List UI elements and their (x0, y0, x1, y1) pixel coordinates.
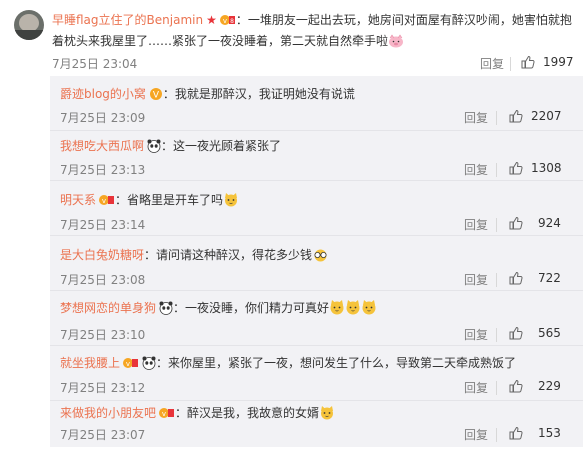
avatar[interactable] (14, 10, 44, 40)
reply-text: ：我就是那醉汉，我证明她没有说谎 (162, 87, 355, 101)
comment-thread: 早睡flag立住了的Benjamin ★ v 8 ：一堆朋友一起出去玩，她房间对面屋有醉… (0, 0, 583, 447)
reply-button[interactable]: 回复 (464, 271, 488, 288)
divider (496, 381, 497, 395)
reply-timestamp: 7月25日 23:07 (60, 428, 146, 442)
reply-text: ：省略里是开车了吗 (115, 193, 224, 207)
reply-text: 一夜没睡，你们精力可真好 (185, 301, 330, 315)
reply-timestamp: 7月25日 23:10 (60, 328, 146, 342)
reply-row: 梦想网恋的单身狗 ：一夜没睡，你们精力可真好 7月25日 23:10 回复 565 (50, 291, 583, 346)
reply-username[interactable]: 来做我的小朋友吧 (60, 406, 156, 420)
reply-button[interactable]: 回复 (464, 109, 488, 126)
like-icon[interactable] (509, 271, 523, 285)
like-icon[interactable] (509, 109, 523, 123)
like-count: 565 (538, 326, 561, 340)
like-icon[interactable] (521, 55, 535, 69)
main-comment-timestamp: 7月25日 23:04 (52, 57, 138, 71)
main-comment-text-part1: ：一堆朋友一起出去玩，她房间对面屋有醉汉吵闹，她害怕就抱 (235, 13, 572, 27)
like-icon[interactable] (509, 161, 523, 175)
panda-icon (147, 139, 161, 159)
like-count: 924 (538, 216, 561, 230)
gold-v-icon: V (149, 87, 163, 107)
reply-username[interactable]: 就坐我腰上 (60, 356, 120, 370)
reply-username[interactable]: 爵迹blog的小窝 (60, 87, 146, 101)
like-count: 1997 (543, 55, 574, 69)
reply-row: 爵迹blog的小窝 V ：我就是那醉汉，我证明她没有说谎 7月25日 23:09 回… (50, 76, 583, 131)
main-comment: 早睡flag立住了的Benjamin ★ v 8 ：一堆朋友一起出去玩，她房间对面屋有醉… (0, 0, 583, 75)
like-icon[interactable] (509, 216, 523, 230)
panda-icon (142, 356, 156, 376)
glasses-emoji-icon (312, 248, 329, 268)
reply-button[interactable]: 回复 (464, 326, 488, 343)
vip-icon: v (123, 356, 139, 376)
divider (496, 273, 497, 287)
like-count: 229 (538, 379, 561, 393)
reply-button[interactable]: 回复 (464, 379, 488, 396)
reply-button[interactable]: 回复 (464, 216, 488, 233)
divider (496, 428, 497, 442)
reply-text: ：这一夜光顾着紧张了 (161, 139, 282, 153)
reply-button[interactable]: 回复 (464, 161, 488, 178)
reply-button[interactable]: 回复 (464, 426, 488, 443)
like-count: 722 (538, 271, 561, 285)
divider (496, 218, 497, 232)
replies-panel: 爵迹blog的小窝 V ：我就是那醉汉，我证明她没有说谎 7月25日 23:09 回… (50, 76, 583, 447)
like-count: 153 (538, 426, 561, 440)
pig-emoji-icon (388, 34, 404, 54)
reply-username[interactable]: 明天系 (60, 193, 96, 207)
svg-text:8: 8 (230, 18, 234, 25)
vip-icon: v8 (219, 13, 236, 33)
like-icon[interactable] (509, 379, 523, 393)
reply-username[interactable]: 梦想网恋的单身狗 (60, 301, 156, 315)
main-comment-line2: 着枕头来我屋里了……紧张了一夜没睡着，第二天就自然牵手啦 (52, 32, 404, 54)
reply-row: 就坐我腰上 v ：来你屋里，紧张了一夜，想问发生了什么，导致第二天牵成熟饭了 7月2… (50, 346, 583, 401)
vip-icon: v (99, 193, 115, 213)
divider (496, 163, 497, 177)
reply-username[interactable]: 我想吃大西瓜啊 (60, 139, 144, 153)
cat-emoji-icon (319, 405, 335, 426)
reply-timestamp: 7月25日 23:14 (60, 218, 146, 232)
like-icon[interactable] (509, 326, 523, 340)
main-comment-username[interactable]: 早睡flag立住了的Benjamin (52, 13, 203, 27)
reply-row: 是大白兔奶糖呀：请问请这种醉汉，得花多少钱 7月25日 23:08 回复 722 (50, 236, 583, 291)
reply-text: ：来你屋里，紧张了一夜，想问发生了什么，导致第二天牵成熟饭了 (156, 356, 517, 370)
svg-text:v: v (162, 410, 166, 418)
like-count: 2207 (531, 109, 562, 123)
cat-emoji-icon (223, 192, 239, 213)
divider (496, 328, 497, 342)
reply-button[interactable]: 回复 (480, 55, 504, 72)
reply-text: ：请问请这种醉汉，得花多少钱 (144, 248, 313, 262)
main-comment-line1: 早睡flag立住了的Benjamin ★ v 8 ：一堆朋友一起出去玩，她房间对面屋有醉… (52, 11, 572, 33)
divider (510, 57, 511, 71)
main-comment-text-part2: 着枕头来我屋里了……紧张了一夜没睡着，第二天就自然牵手啦 (52, 34, 389, 48)
svg-text:v: v (126, 360, 130, 368)
reply-timestamp: 7月25日 23:09 (60, 111, 146, 125)
reply-timestamp: 7月25日 23:08 (60, 273, 146, 287)
like-count: 1308 (531, 161, 562, 175)
reply-timestamp: 7月25日 23:13 (60, 163, 146, 177)
svg-text:V: V (153, 91, 160, 101)
panda-icon (159, 301, 173, 321)
reply-timestamp: 7月25日 23:12 (60, 381, 146, 395)
reply-row: 明天系 v ：省略里是开车了吗 7月25日 23:14 回复 924 (50, 181, 583, 236)
reply-text: ：醉汉是我，我故意的女婿 (175, 406, 320, 420)
vip-icon: v (159, 406, 175, 426)
cat-emoji-icon (329, 299, 377, 321)
reply-row: 我想吃大西瓜啊 ：这一夜光顾着紧张了 7月25日 23:13 回复 1308 (50, 126, 583, 181)
divider (496, 111, 497, 125)
reply-row: 来做我的小朋友吧 v ：醉汉是我，我故意的女婿 7月25日 23:07 回复 153 (50, 396, 583, 451)
svg-text:v: v (223, 17, 227, 25)
svg-text:v: v (102, 197, 106, 205)
like-icon[interactable] (509, 426, 523, 440)
star-icon: ★ (206, 13, 217, 27)
reply-username[interactable]: 是大白兔奶糖呀 (60, 248, 144, 262)
